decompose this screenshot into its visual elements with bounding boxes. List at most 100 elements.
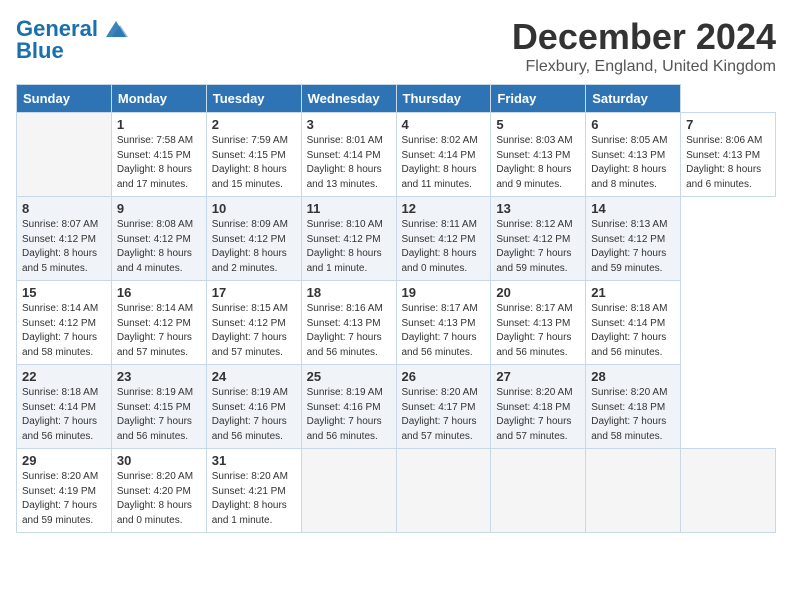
day-number: 14	[591, 201, 675, 216]
day-info: Sunrise: 8:14 AMSunset: 4:12 PMDaylight:…	[117, 302, 201, 360]
day-number: 15	[22, 285, 106, 300]
day-info: Sunrise: 8:17 AMSunset: 4:13 PMDaylight:…	[402, 302, 486, 360]
day-number: 7	[686, 117, 770, 132]
calendar-cell	[681, 449, 776, 533]
calendar-cell: 26Sunrise: 8:20 AMSunset: 4:17 PMDayligh…	[396, 365, 491, 449]
weekday-header: Tuesday	[206, 85, 301, 113]
day-number: 21	[591, 285, 675, 300]
day-number: 13	[496, 201, 580, 216]
day-info: Sunrise: 7:59 AMSunset: 4:15 PMDaylight:…	[212, 134, 296, 192]
day-info: Sunrise: 8:18 AMSunset: 4:14 PMDaylight:…	[591, 302, 675, 360]
weekday-header: Monday	[111, 85, 206, 113]
calendar-cell: 10Sunrise: 8:09 AMSunset: 4:12 PMDayligh…	[206, 197, 301, 281]
title-block: December 2024 Flexbury, England, United …	[512, 16, 776, 76]
calendar-cell: 11Sunrise: 8:10 AMSunset: 4:12 PMDayligh…	[301, 197, 396, 281]
calendar-cell: 29 Sunrise: 8:20 AMSunset: 4:19 PMDayligh…	[17, 449, 112, 533]
day-info: Sunrise: 8:13 AMSunset: 4:12 PMDaylight:…	[591, 218, 675, 276]
calendar-table: SundayMondayTuesdayWednesdayThursdayFrid…	[16, 84, 776, 533]
month-title: December 2024	[512, 16, 776, 58]
calendar-cell: 23Sunrise: 8:19 AMSunset: 4:15 PMDayligh…	[111, 365, 206, 449]
calendar-cell	[301, 449, 396, 533]
page-header: General Blue December 2024 Flexbury, Eng…	[16, 16, 776, 76]
day-number: 31	[212, 453, 296, 468]
calendar-cell: 12 Sunrise: 8:11 AMSunset: 4:12 PMDayligh…	[396, 197, 491, 281]
calendar-cell: 18Sunrise: 8:16 AMSunset: 4:13 PMDayligh…	[301, 281, 396, 365]
day-info: Sunrise: 8:12 AMSunset: 4:12 PMDaylight:…	[496, 218, 580, 276]
day-number: 22	[22, 369, 106, 384]
calendar-cell: 13 Sunrise: 8:12 AMSunset: 4:12 PMDayligh…	[491, 197, 586, 281]
day-number: 4	[402, 117, 486, 132]
calendar-cell: 19 Sunrise: 8:17 AMSunset: 4:13 PMDayligh…	[396, 281, 491, 365]
calendar-cell: 5 Sunrise: 8:03 AMSunset: 4:13 PMDaylight…	[491, 113, 586, 197]
logo-blue-text: Blue	[16, 38, 64, 64]
calendar-cell: 31 Sunrise: 8:20 AMSunset: 4:21 PMDayligh…	[206, 449, 301, 533]
day-number: 6	[591, 117, 675, 132]
day-number: 17	[212, 285, 296, 300]
calendar-cell: 25 Sunrise: 8:19 AMSunset: 4:16 PMDayligh…	[301, 365, 396, 449]
day-number: 19	[402, 285, 486, 300]
day-info: Sunrise: 8:10 AMSunset: 4:12 PMDaylight:…	[307, 218, 391, 276]
weekday-header: Thursday	[396, 85, 491, 113]
day-number: 25	[307, 369, 391, 384]
day-info: Sunrise: 8:20 AMSunset: 4:18 PMDaylight:…	[591, 386, 675, 444]
calendar-cell: 14 Sunrise: 8:13 AMSunset: 4:12 PMDayligh…	[586, 197, 681, 281]
calendar-cell: 20Sunrise: 8:17 AMSunset: 4:13 PMDayligh…	[491, 281, 586, 365]
day-info: Sunrise: 8:18 AMSunset: 4:14 PMDaylight:…	[22, 386, 106, 444]
calendar-cell: 3Sunrise: 8:01 AMSunset: 4:14 PMDaylight…	[301, 113, 396, 197]
calendar-cell: 8Sunrise: 8:07 AMSunset: 4:12 PMDaylight…	[17, 197, 112, 281]
calendar-cell: 2 Sunrise: 7:59 AMSunset: 4:15 PMDaylight…	[206, 113, 301, 197]
calendar-cell	[491, 449, 586, 533]
calendar-cell: 22 Sunrise: 8:18 AMSunset: 4:14 PMDayligh…	[17, 365, 112, 449]
day-number: 30	[117, 453, 201, 468]
calendar-cell: 27 Sunrise: 8:20 AMSunset: 4:18 PMDayligh…	[491, 365, 586, 449]
empty-cell	[17, 113, 112, 197]
calendar-cell: 30 Sunrise: 8:20 AMSunset: 4:20 PMDayligh…	[111, 449, 206, 533]
day-info: Sunrise: 8:01 AMSunset: 4:14 PMDaylight:…	[307, 134, 391, 192]
calendar-cell: 7 Sunrise: 8:06 AMSunset: 4:13 PMDaylight…	[681, 113, 776, 197]
day-info: Sunrise: 8:20 AMSunset: 4:20 PMDaylight:…	[117, 470, 201, 528]
calendar-cell: 15 Sunrise: 8:14 AMSunset: 4:12 PMDayligh…	[17, 281, 112, 365]
weekday-header: Sunday	[17, 85, 112, 113]
calendar-cell: 21 Sunrise: 8:18 AMSunset: 4:14 PMDayligh…	[586, 281, 681, 365]
calendar-cell: 4 Sunrise: 8:02 AMSunset: 4:14 PMDaylight…	[396, 113, 491, 197]
day-info: Sunrise: 7:58 AMSunset: 4:15 PMDaylight:…	[117, 134, 201, 192]
day-number: 16	[117, 285, 201, 300]
day-info: Sunrise: 8:05 AMSunset: 4:13 PMDaylight:…	[591, 134, 675, 192]
calendar-cell: 17 Sunrise: 8:15 AMSunset: 4:12 PMDayligh…	[206, 281, 301, 365]
calendar-cell: 1Sunrise: 7:58 AMSunset: 4:15 PMDaylight…	[111, 113, 206, 197]
day-info: Sunrise: 8:08 AMSunset: 4:12 PMDaylight:…	[117, 218, 201, 276]
day-number: 27	[496, 369, 580, 384]
day-number: 9	[117, 201, 201, 216]
day-info: Sunrise: 8:20 AMSunset: 4:19 PMDaylight:…	[22, 470, 106, 528]
day-info: Sunrise: 8:02 AMSunset: 4:14 PMDaylight:…	[402, 134, 486, 192]
day-number: 26	[402, 369, 486, 384]
day-info: Sunrise: 8:14 AMSunset: 4:12 PMDaylight:…	[22, 302, 106, 360]
day-number: 2	[212, 117, 296, 132]
day-number: 28	[591, 369, 675, 384]
day-info: Sunrise: 8:15 AMSunset: 4:12 PMDaylight:…	[212, 302, 296, 360]
day-number: 29	[22, 453, 106, 468]
day-info: Sunrise: 8:19 AMSunset: 4:16 PMDaylight:…	[307, 386, 391, 444]
weekday-header: Friday	[491, 85, 586, 113]
day-info: Sunrise: 8:19 AMSunset: 4:16 PMDaylight:…	[212, 386, 296, 444]
calendar-cell: 16 Sunrise: 8:14 AMSunset: 4:12 PMDayligh…	[111, 281, 206, 365]
weekday-header: Saturday	[586, 85, 681, 113]
weekday-header: Wednesday	[301, 85, 396, 113]
logo-icon	[102, 19, 130, 39]
location: Flexbury, England, United Kingdom	[512, 58, 776, 76]
day-number: 12	[402, 201, 486, 216]
calendar-cell	[396, 449, 491, 533]
day-info: Sunrise: 8:20 AMSunset: 4:21 PMDaylight:…	[212, 470, 296, 528]
day-info: Sunrise: 8:19 AMSunset: 4:15 PMDaylight:…	[117, 386, 201, 444]
day-number: 10	[212, 201, 296, 216]
day-info: Sunrise: 8:03 AMSunset: 4:13 PMDaylight:…	[496, 134, 580, 192]
day-number: 5	[496, 117, 580, 132]
day-number: 20	[496, 285, 580, 300]
day-info: Sunrise: 8:06 AMSunset: 4:13 PMDaylight:…	[686, 134, 770, 192]
day-info: Sunrise: 8:11 AMSunset: 4:12 PMDaylight:…	[402, 218, 486, 276]
day-number: 18	[307, 285, 391, 300]
calendar-cell: 28 Sunrise: 8:20 AMSunset: 4:18 PMDayligh…	[586, 365, 681, 449]
day-number: 8	[22, 201, 106, 216]
day-info: Sunrise: 8:20 AMSunset: 4:18 PMDaylight:…	[496, 386, 580, 444]
logo: General Blue	[16, 16, 130, 64]
